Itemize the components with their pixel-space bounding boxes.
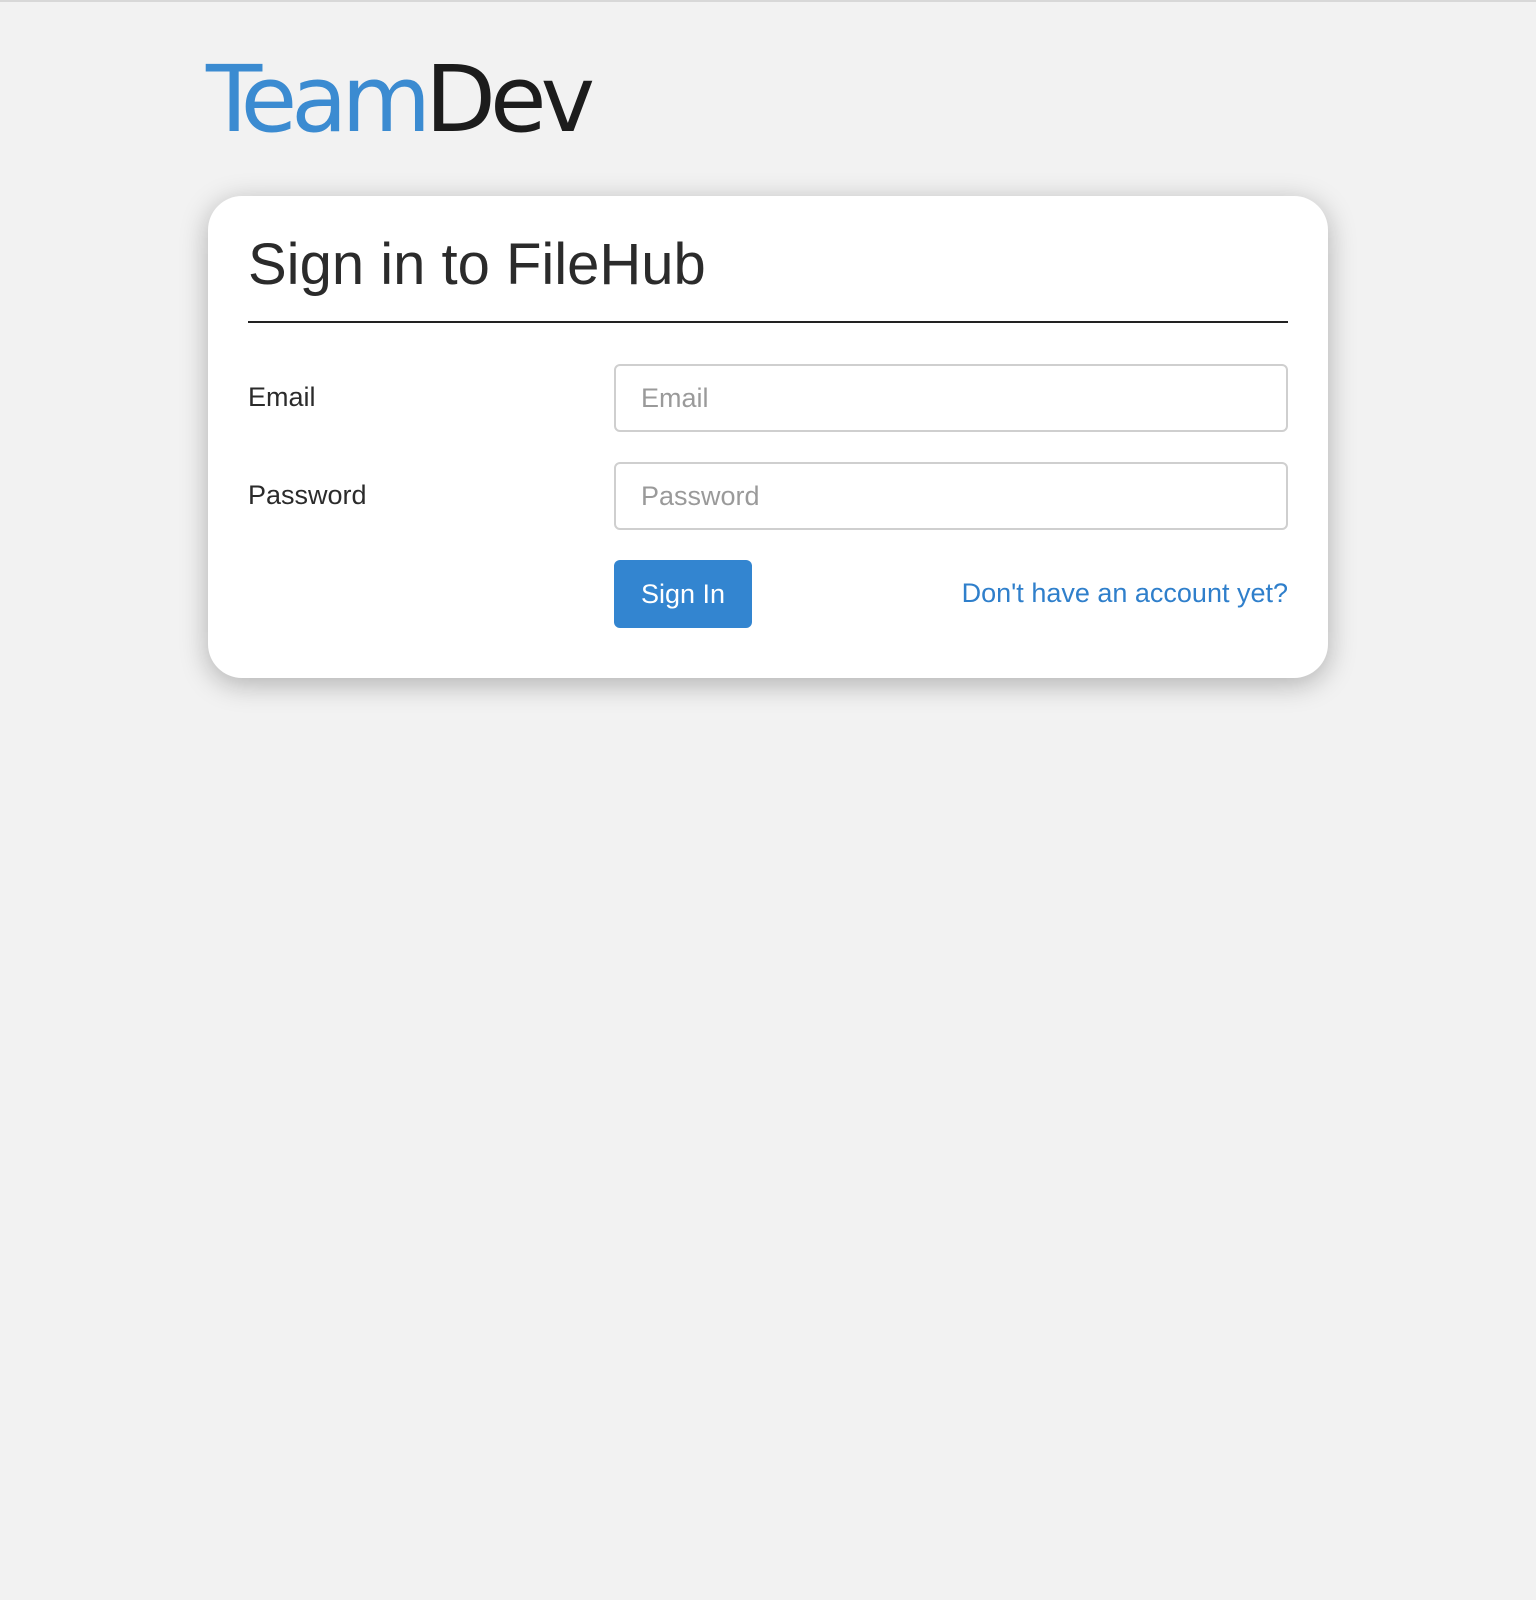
page-title: Sign in to FileHub xyxy=(248,232,706,297)
top-divider xyxy=(0,0,1536,2)
password-label: Password xyxy=(248,480,367,510)
email-field[interactable] xyxy=(614,364,1288,432)
register-link[interactable]: Don't have an account yet? xyxy=(962,576,1288,610)
sign-in-button[interactable]: Sign In xyxy=(614,560,752,628)
password-field[interactable] xyxy=(614,462,1288,530)
sign-in-form: Sign in to FileHub Email Password Sign I… xyxy=(208,196,1328,678)
title-divider xyxy=(248,321,1288,323)
logo-team-text: Team xyxy=(206,46,431,153)
email-label: Email xyxy=(248,382,316,412)
teamdev-logo: Team Dev xyxy=(206,46,595,153)
logo-dev-text: Dev xyxy=(425,46,595,153)
